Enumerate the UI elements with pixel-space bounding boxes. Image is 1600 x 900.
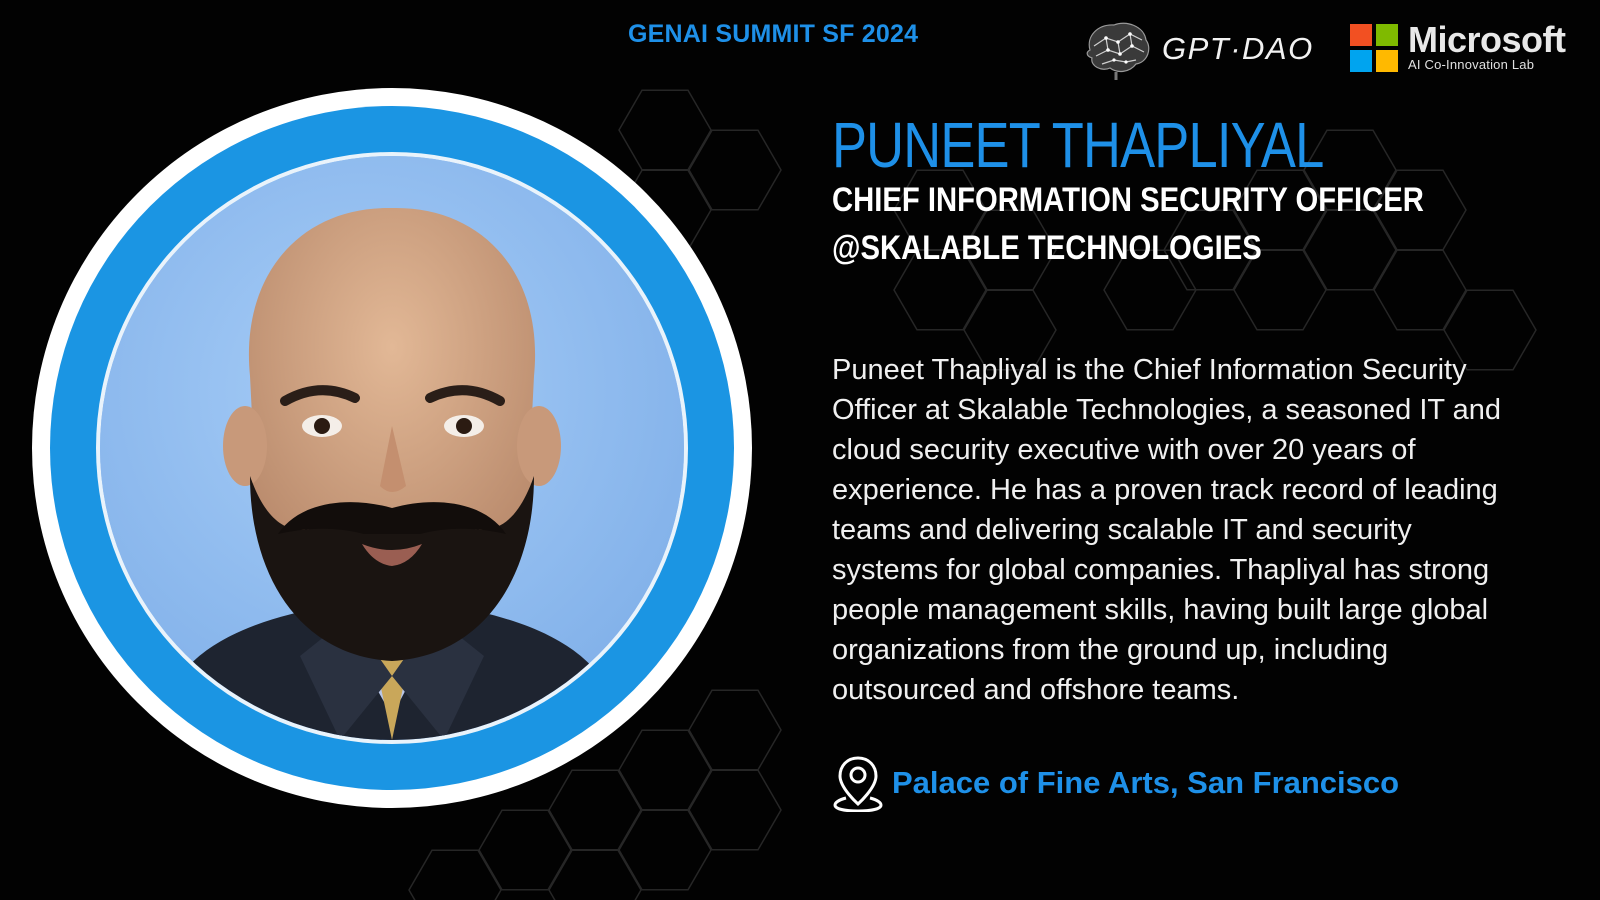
location-text: Palace of Fine Arts, San Francisco [892,765,1400,800]
speaker-slide: GENAI SUMMIT SF 2024 GPT·DAO Microsoft A… [0,0,1600,900]
background-hexagon [478,809,572,891]
event-title: GENAI SUMMIT SF 2024 [628,20,919,48]
brain-icon [1086,22,1150,80]
background-hexagon [548,849,642,900]
gptdao-logo-text: GPT·DAO [1162,31,1314,66]
microsoft-grid-icon [1350,24,1398,72]
speaker-title-line1: CHIEF INFORMATION SECURITY OFFICER [832,181,1424,219]
speaker-bio: Puneet Thapliyal is the Chief Informatio… [832,354,1502,706]
microsoft-logo: Microsoft AI Co-Innovation Lab [1350,22,1566,72]
speaker-portrait [100,156,684,740]
background-hexagon [548,769,642,851]
gptdao-logo: GPT·DAO [1080,16,1314,82]
speaker-title-line2: @SKALABLE TECHNOLOGIES [832,229,1262,267]
background-hexagon [688,689,782,771]
background-hexagon [408,849,502,900]
background-hexagon [618,89,712,171]
speaker-name: PUNEET THAPLIYAL [832,109,1324,181]
event-location: Palace of Fine Arts, San Francisco [832,754,1399,812]
background-hexagon [618,729,712,811]
background-hexagon [688,129,782,211]
microsoft-logo-name: Microsoft [1408,19,1566,60]
speaker-title: CHIEF INFORMATION SECURITY OFFICER @SKAL… [832,176,1424,272]
microsoft-logo-subtitle: AI Co-Innovation Lab [1408,57,1535,72]
location-pin-icon [833,756,883,812]
speaker-portrait-frame [32,88,752,808]
background-hexagon [618,809,712,891]
background-hexagon [688,769,782,851]
